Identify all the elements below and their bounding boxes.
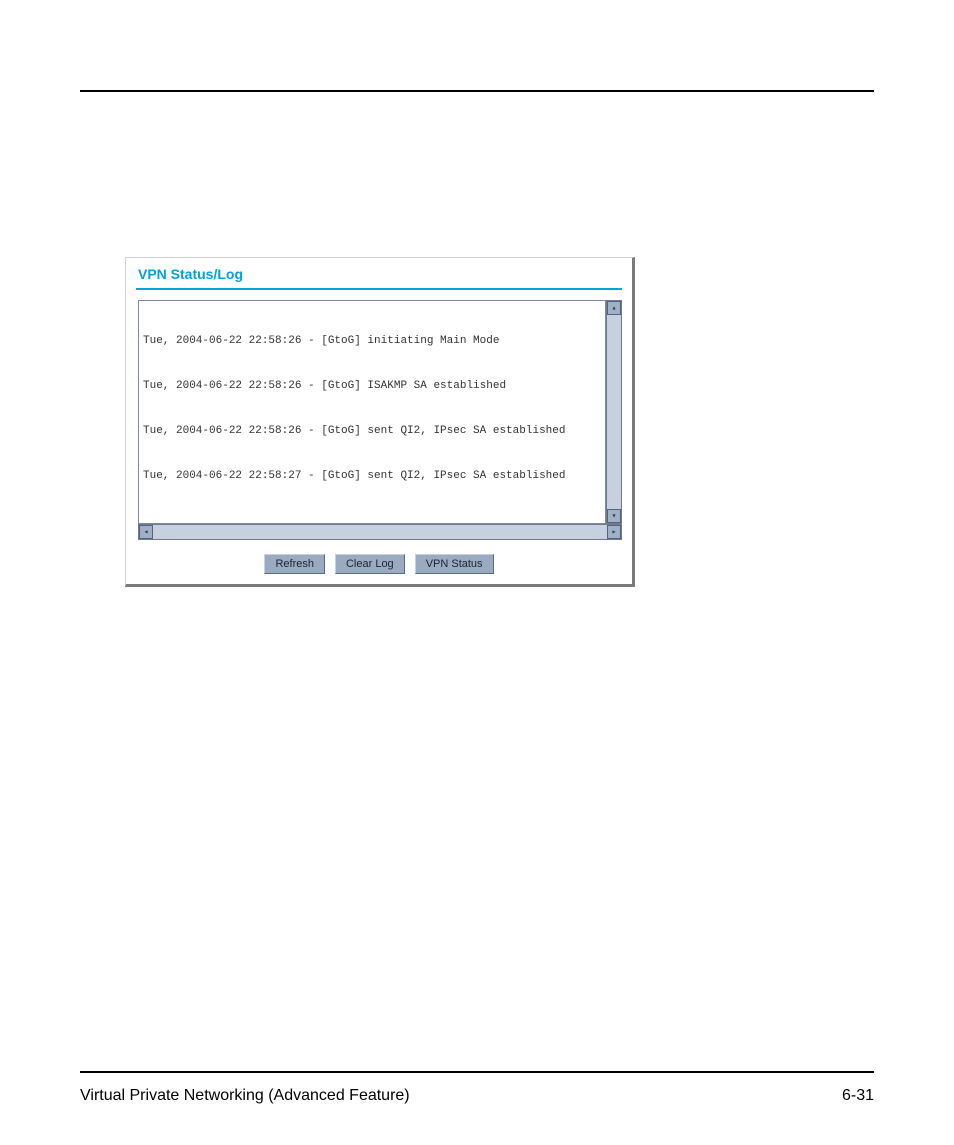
scroll-right-icon[interactable]: ▸ xyxy=(607,525,621,539)
buttons-row: Refresh Clear Log VPN Status xyxy=(136,554,622,574)
footer-page-number: 6-31 xyxy=(842,1087,874,1105)
vpn-status-button[interactable]: VPN Status xyxy=(415,554,494,574)
scroll-down-icon[interactable]: ▾ xyxy=(607,509,621,523)
horizontal-scrollbar[interactable]: ◂ ▸ xyxy=(138,524,622,540)
log-line: Tue, 2004-06-22 22:58:26 - [GtoG] sent Q… xyxy=(143,424,601,439)
scroll-up-icon[interactable]: ▴ xyxy=(607,301,621,315)
scroll-left-icon[interactable]: ◂ xyxy=(139,525,153,539)
clear-log-button[interactable]: Clear Log xyxy=(335,554,405,574)
vpn-status-log-panel: VPN Status/Log Tue, 2004-06-22 22:58:26 … xyxy=(125,257,635,587)
panel-title: VPN Status/Log xyxy=(138,266,622,282)
panel-separator xyxy=(136,288,622,290)
bottom-horizontal-rule xyxy=(80,1071,874,1073)
log-line: Tue, 2004-06-22 22:58:26 - [GtoG] initia… xyxy=(143,334,601,349)
log-content: Tue, 2004-06-22 22:58:26 - [GtoG] initia… xyxy=(138,300,606,524)
refresh-button[interactable]: Refresh xyxy=(264,554,325,574)
top-horizontal-rule xyxy=(80,90,874,92)
log-box: Tue, 2004-06-22 22:58:26 - [GtoG] initia… xyxy=(136,300,622,540)
log-line: Tue, 2004-06-22 22:58:26 - [GtoG] ISAKMP… xyxy=(143,379,601,394)
page-footer: Virtual Private Networking (Advanced Fea… xyxy=(80,1087,874,1105)
footer-section-title: Virtual Private Networking (Advanced Fea… xyxy=(80,1087,410,1105)
vertical-scrollbar[interactable]: ▴ ▾ xyxy=(606,300,622,524)
log-line: Tue, 2004-06-22 22:58:27 - [GtoG] sent Q… xyxy=(143,469,601,484)
